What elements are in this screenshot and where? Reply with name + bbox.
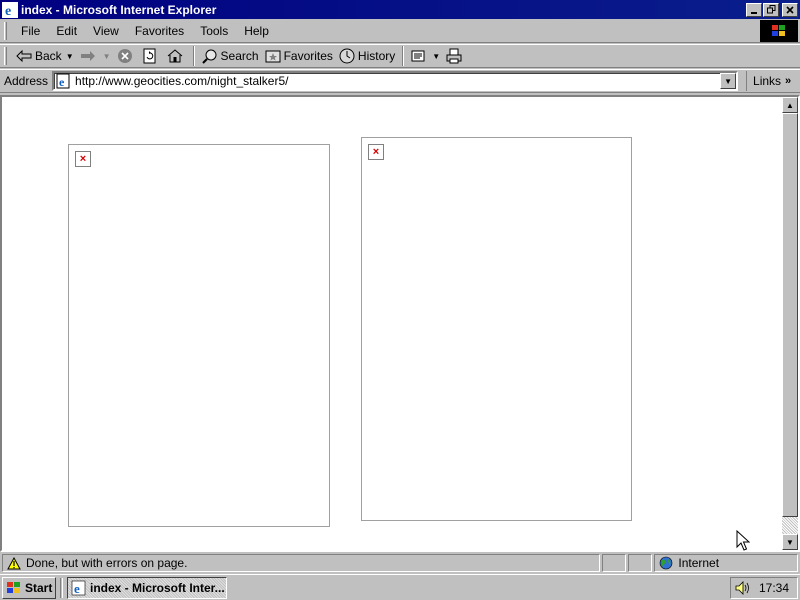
print-button[interactable] bbox=[443, 46, 468, 66]
restore-icon bbox=[766, 5, 775, 14]
menu-view[interactable]: View bbox=[85, 24, 127, 38]
back-label: Back bbox=[35, 49, 62, 63]
toolbar-separator bbox=[402, 46, 405, 66]
close-button[interactable] bbox=[782, 2, 798, 17]
windows-flag-icon bbox=[7, 581, 20, 593]
menu-file[interactable]: File bbox=[13, 24, 48, 38]
search-label: Search bbox=[220, 49, 259, 63]
menu-grip[interactable] bbox=[4, 21, 7, 40]
minimize-icon bbox=[751, 11, 757, 14]
taskbar: Start e index - Microsoft Inter... 17:34 bbox=[0, 574, 800, 600]
broken-image-icon: × bbox=[75, 151, 91, 167]
address-field[interactable]: e ▼ bbox=[52, 71, 739, 91]
globe-icon bbox=[660, 556, 673, 570]
search-button[interactable]: Search bbox=[199, 46, 262, 66]
clock[interactable]: 17:34 bbox=[759, 581, 789, 595]
svg-text:e: e bbox=[59, 75, 65, 89]
standard-toolbar: Back ▼ ▼ Search Favorites History ▼ bbox=[0, 44, 800, 68]
history-button[interactable]: History bbox=[336, 46, 398, 66]
forward-button[interactable]: ▼ bbox=[77, 46, 114, 66]
back-arrow-icon bbox=[16, 50, 32, 62]
taskbar-grip[interactable] bbox=[60, 577, 63, 598]
system-tray: 17:34 bbox=[730, 576, 798, 599]
favorites-label: Favorites bbox=[283, 49, 333, 63]
minimize-button[interactable] bbox=[746, 2, 762, 17]
address-dropdown-button[interactable]: ▼ bbox=[720, 73, 737, 89]
toolbar-separator bbox=[192, 46, 195, 66]
windows-logo-icon bbox=[760, 20, 798, 42]
mail-dropdown-icon[interactable]: ▼ bbox=[432, 52, 440, 61]
menu-tools[interactable]: Tools bbox=[192, 24, 236, 38]
start-label: Start bbox=[25, 580, 53, 595]
back-dropdown-icon[interactable]: ▼ bbox=[66, 52, 74, 61]
address-bar: Address e ▼ Links » bbox=[0, 69, 800, 93]
status-bar: Done, but with errors on page. Internet bbox=[0, 553, 800, 573]
window-title: index - Microsoft Internet Explorer bbox=[21, 2, 217, 17]
taskbar-ie-window[interactable]: e index - Microsoft Inter... bbox=[67, 576, 227, 599]
ie-page-icon: e bbox=[56, 73, 70, 89]
broken-image-right[interactable]: × bbox=[361, 137, 632, 521]
search-icon bbox=[201, 49, 217, 64]
status-pane-empty bbox=[602, 554, 627, 572]
menu-edit[interactable]: Edit bbox=[48, 24, 85, 38]
warning-icon bbox=[7, 556, 21, 569]
links-label: Links bbox=[753, 74, 782, 88]
status-pane-empty bbox=[628, 554, 653, 572]
ie-logo-icon: e bbox=[2, 1, 18, 18]
taskbar-ie-label: index - Microsoft Inter... bbox=[90, 580, 225, 595]
ie-logo-icon: e bbox=[71, 580, 86, 596]
home-button[interactable] bbox=[164, 46, 189, 66]
refresh-button[interactable] bbox=[139, 46, 164, 66]
refresh-icon bbox=[143, 48, 156, 64]
scroll-up-button[interactable]: ▲ bbox=[782, 97, 798, 113]
browser-viewport: × × ▲ ▼ bbox=[0, 95, 800, 552]
mail-icon bbox=[411, 50, 425, 62]
title-bar[interactable]: e index - Microsoft Internet Explorer bbox=[0, 0, 800, 19]
status-message: Done, but with errors on page. bbox=[26, 556, 188, 570]
scroll-thumb[interactable] bbox=[782, 113, 798, 517]
close-icon bbox=[786, 5, 794, 14]
back-button[interactable]: Back ▼ bbox=[13, 46, 77, 66]
print-icon bbox=[446, 48, 462, 64]
status-message-pane[interactable]: Done, but with errors on page. bbox=[2, 554, 601, 572]
history-label: History bbox=[357, 49, 396, 63]
mouse-cursor-icon bbox=[736, 530, 750, 551]
links-button[interactable]: Links » bbox=[746, 71, 791, 91]
start-button[interactable]: Start bbox=[2, 576, 56, 599]
chevron-right-icon: » bbox=[785, 75, 792, 87]
favorites-icon bbox=[265, 50, 281, 63]
stop-button[interactable] bbox=[114, 46, 139, 66]
home-icon bbox=[167, 49, 182, 63]
restore-button[interactable] bbox=[763, 2, 779, 17]
chevron-down-icon: ▼ bbox=[724, 76, 732, 86]
mail-button[interactable]: ▼ bbox=[408, 46, 443, 66]
history-icon bbox=[339, 48, 355, 64]
address-label: Address bbox=[4, 74, 49, 88]
broken-image-icon: × bbox=[368, 144, 384, 160]
svg-text:e: e bbox=[5, 4, 11, 18]
menu-help[interactable]: Help bbox=[236, 24, 277, 38]
forward-dropdown-icon[interactable]: ▼ bbox=[103, 52, 111, 61]
page-content: × × bbox=[2, 97, 782, 550]
security-zone: Internet bbox=[678, 556, 720, 570]
broken-image-left[interactable]: × bbox=[68, 144, 330, 527]
stop-icon bbox=[117, 49, 132, 63]
vertical-scrollbar[interactable]: ▲ ▼ bbox=[782, 97, 798, 550]
menu-bar: File Edit View Favorites Tools Help bbox=[0, 19, 800, 43]
svg-text:e: e bbox=[74, 581, 80, 596]
favorites-button[interactable]: Favorites bbox=[262, 46, 336, 66]
arrow-up-icon: ▲ bbox=[786, 100, 794, 110]
menu-favorites[interactable]: Favorites bbox=[127, 24, 192, 38]
toolbar-grip[interactable] bbox=[4, 47, 7, 65]
speaker-icon[interactable] bbox=[735, 580, 751, 595]
arrow-down-icon: ▼ bbox=[786, 537, 794, 547]
security-zone-pane[interactable]: Internet bbox=[654, 554, 799, 572]
address-input[interactable] bbox=[75, 74, 706, 88]
forward-arrow-icon bbox=[80, 51, 95, 61]
scroll-down-button[interactable]: ▼ bbox=[782, 534, 798, 550]
